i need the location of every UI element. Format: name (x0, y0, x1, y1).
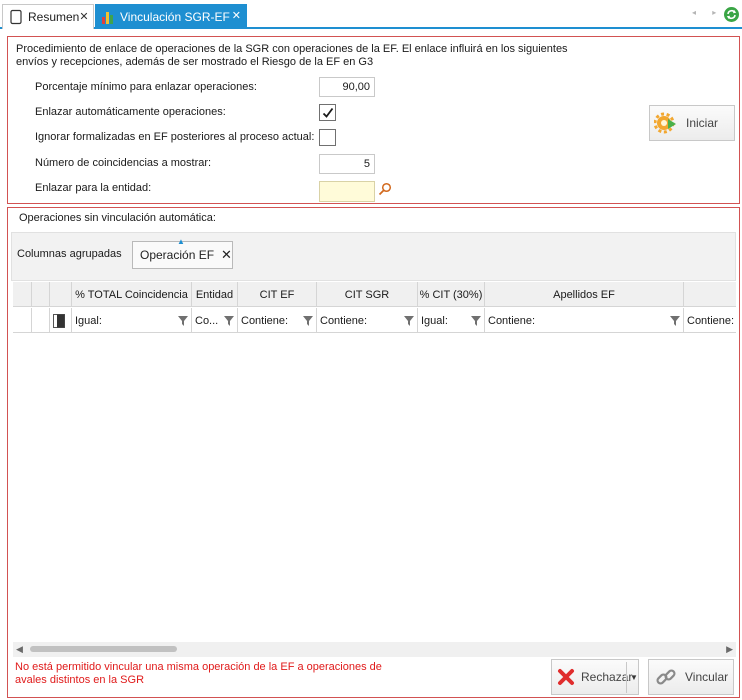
link-button[interactable]: Vincular (648, 659, 734, 695)
filter-entidad-operator: Co... (195, 314, 219, 327)
filter-apellidos-ef-operator: Contiene: (488, 314, 536, 327)
column-header-apellidos-ef[interactable]: Apellidos EF (485, 282, 684, 306)
filter-total-coincidencia-operator: Igual: (75, 314, 102, 327)
tab-vinculacion-close-icon[interactable]: ✕ (232, 11, 241, 22)
min-percent-input[interactable]: 90,00 (319, 77, 375, 97)
grouped-columns-label: Columnas agrupadas (17, 248, 122, 260)
ignore-formalized-checkbox[interactable] (319, 129, 336, 146)
auto-link-checkbox[interactable] (319, 104, 336, 121)
column-header-entidad[interactable]: Entidad (192, 282, 238, 306)
operations-panel: Operaciones sin vinculación automática: … (7, 207, 740, 698)
link-button-label: Vincular (685, 670, 729, 684)
sort-ascending-icon: ▲ (177, 237, 185, 246)
column-header-cit-sgr[interactable]: CIT SGR (317, 282, 418, 306)
reject-x-icon (557, 668, 575, 686)
tab-strip: Resumen ✕ Vinculación SGR-EF ✕ ◂ ▸ (0, 0, 742, 29)
column-header-cit-ef[interactable]: CIT EF (238, 282, 317, 306)
column-header-next[interactable] (684, 282, 736, 306)
expand-header (32, 282, 50, 306)
group-chip-operacion-ef[interactable]: ▲ Operación EF ✕ (132, 237, 233, 269)
grid-filter-row: Igual: Co... Contiene: Contiene: Igual: … (13, 308, 736, 333)
reject-button[interactable]: Rechazar ▼ (551, 659, 639, 695)
horizontal-scrollbar[interactable]: ◀ ▶ (13, 642, 736, 657)
ignore-formalized-label: Ignorar formalizadas en EF posteriores a… (35, 131, 315, 143)
tab-vinculacion[interactable]: Vinculación SGR-EF ✕ (95, 4, 247, 29)
settings-panel: Procedimiento de enlace de operaciones d… (7, 36, 740, 204)
tab-resumen[interactable]: Resumen ✕ (2, 4, 94, 29)
reject-split-separator (626, 662, 627, 693)
filter-cit-sgr-operator: Contiene: (320, 314, 368, 327)
tab-vinculacion-label: Vinculación SGR-EF (120, 9, 230, 24)
scroll-left-arrow-icon[interactable]: ◀ (16, 644, 23, 655)
matches-input[interactable]: 5 (319, 154, 375, 174)
filter-funnel-icon (178, 316, 188, 326)
scroll-right-arrow-icon[interactable]: ▶ (726, 644, 733, 655)
group-by-area[interactable]: Columnas agrupadas ▲ Operación EF ✕ (11, 232, 736, 281)
chain-link-icon (655, 666, 677, 688)
reject-dropdown-arrow-icon[interactable]: ▼ (630, 673, 638, 682)
filter-cit-30-operator: Igual: (421, 314, 448, 327)
filter-funnel-icon (404, 316, 414, 326)
start-button-label: Iniciar (686, 116, 719, 130)
filter-funnel-icon (224, 316, 234, 326)
filter-total-coincidencia[interactable]: Igual: (72, 308, 192, 332)
filter-next-column[interactable]: Contiene: (684, 308, 736, 332)
tab-resumen-label: Resumen (28, 10, 80, 24)
reject-button-label: Rechazar (581, 670, 633, 684)
column-chooser-icon[interactable] (53, 314, 65, 328)
tab-resumen-close-icon[interactable]: ✕ (79, 11, 88, 23)
gear-play-icon (653, 111, 678, 135)
min-percent-label: Porcentaje mínimo para enlazar operacion… (35, 81, 257, 93)
filter-row-indicator (13, 308, 32, 332)
tab-scroll-arrows[interactable]: ◂ ▸ (692, 8, 723, 17)
filter-cit-ef-operator: Contiene: (241, 314, 289, 327)
filter-funnel-icon (303, 316, 313, 326)
search-icon[interactable] (378, 182, 392, 196)
selector-header (50, 282, 72, 306)
filter-selector-cell[interactable] (50, 308, 72, 332)
filter-entidad[interactable]: Co... (192, 308, 238, 332)
entity-label: Enlazar para la entidad: (35, 182, 152, 194)
scrollbar-thumb[interactable] (30, 646, 177, 652)
matches-label: Número de coincidencias a mostrar: (35, 157, 212, 169)
start-button[interactable]: Iniciar (649, 105, 735, 141)
group-chip-label: Operación EF (140, 248, 215, 262)
chart-icon (100, 9, 116, 25)
row-indicator-header (13, 282, 32, 306)
auto-link-label: Enlazar automáticamente operaciones: (35, 106, 226, 118)
checkmark-icon (322, 107, 334, 118)
entity-input[interactable] (319, 181, 375, 202)
filter-cit-ef[interactable]: Contiene: (238, 308, 317, 332)
remove-group-close-icon[interactable]: ✕ (221, 247, 232, 263)
document-icon (8, 9, 24, 25)
operations-title: Operaciones sin vinculación automática: (19, 212, 216, 224)
refresh-icon[interactable] (723, 6, 740, 23)
procedure-description: Procedimiento de enlace de operaciones d… (16, 43, 568, 68)
column-header-total-coincidencia[interactable]: % TOTAL Coincidencia (72, 282, 192, 306)
filter-next-column-operator: Contiene: (687, 314, 735, 327)
filter-cit-sgr[interactable]: Contiene: (317, 308, 418, 332)
filter-funnel-icon (670, 316, 680, 326)
filter-funnel-icon (471, 316, 481, 326)
filter-cit-30[interactable]: Igual: (418, 308, 485, 332)
filter-apellidos-ef[interactable]: Contiene: (485, 308, 684, 332)
filter-expand-cell (32, 308, 50, 332)
grid-header-row: % TOTAL Coincidencia Entidad CIT EF CIT … (13, 282, 736, 307)
warning-message: No está permitido vincular una misma ope… (15, 661, 382, 686)
column-header-cit-30[interactable]: % CIT (30%) (418, 282, 485, 306)
